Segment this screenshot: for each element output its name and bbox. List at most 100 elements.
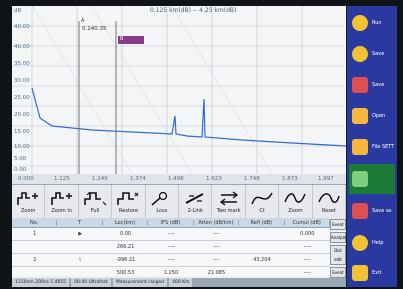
table-cell: ▶ <box>78 231 83 237</box>
event-button[interactable]: Event <box>330 219 346 230</box>
column-header: IFS (dB) <box>148 219 194 226</box>
y-tick: 15.00 <box>14 129 30 135</box>
save-as-icon <box>352 203 368 219</box>
reset-button[interactable]: Reset <box>313 185 346 219</box>
trace-svg <box>12 6 346 175</box>
status-range: 400 Km <box>169 278 193 287</box>
x-tick: 1.873 <box>282 176 298 182</box>
table-cell: 0.00 <box>119 231 132 237</box>
reset-icon <box>318 193 340 203</box>
table-cell: ---- <box>303 270 311 276</box>
tool-label: Full <box>90 208 100 214</box>
event-button-2[interactable]: Event <box>330 267 346 278</box>
column-header: No. <box>12 219 58 226</box>
x-tick: 0.000 <box>18 176 34 182</box>
two-mark-button[interactable]: Two mark <box>212 185 246 219</box>
menu-label: File SETT <box>372 144 395 150</box>
folder-icon <box>352 108 368 124</box>
table-cell: 43.204 <box>253 257 271 263</box>
table-cell: ---- <box>167 257 175 263</box>
otdr-screen: 0.125 km(dB) -- 4.25 km(dB) 0.140.35 A B… <box>12 6 346 287</box>
tool-label: 2-Link <box>187 208 203 214</box>
y-tick: 40.00 <box>14 24 30 30</box>
table-cell: ---- <box>167 231 175 237</box>
file-icon <box>352 139 368 155</box>
table-cell: 500.53 <box>116 270 135 276</box>
full-button[interactable]: Full <box>79 185 113 219</box>
analyze-button[interactable]: Analyze <box>330 232 346 243</box>
dist-edit-button[interactable]: Dist edit <box>330 245 346 265</box>
open-button[interactable]: Open <box>349 101 395 131</box>
column-header: Refl (dB) <box>239 219 285 226</box>
x-tick: 1.997 <box>318 176 334 182</box>
table-cell: 266.21 <box>116 244 135 250</box>
save-icon <box>352 77 368 93</box>
fit-icon <box>84 191 107 206</box>
save-disc-button[interactable]: Save <box>349 39 395 69</box>
column-header: Loc(km) <box>103 219 149 226</box>
menu-label: Open <box>372 113 386 119</box>
help-icon <box>352 235 368 251</box>
diagonal-grid <box>31 6 273 175</box>
run-button[interactable]: Run <box>349 8 395 38</box>
zoom-wave-icon <box>284 193 307 203</box>
tool-label: Reset <box>321 208 336 214</box>
y-tick: 5.00 <box>14 156 27 162</box>
restore-button[interactable]: Restore <box>112 185 146 219</box>
x-tick: 1.748 <box>244 176 260 182</box>
link-button[interactable]: 2-Link <box>179 185 213 219</box>
menu-label: Save <box>372 82 385 88</box>
gear-icon <box>352 15 368 31</box>
menu-label: Help <box>372 240 384 246</box>
y-tick: 25.00 <box>14 95 30 101</box>
table-row[interactable]: 266.21 ---- ---- ---- <box>12 241 330 254</box>
home-icon <box>352 265 368 281</box>
status-wavelength: 1310nm 200ns 1.4655 <box>12 278 70 287</box>
x-tick: 1.374 <box>130 176 146 182</box>
y-tick: 10.00 <box>14 144 30 150</box>
marker-a-label: A <box>81 18 85 24</box>
list-button[interactable] <box>349 164 395 194</box>
x-tick: 1.249 <box>92 176 108 182</box>
tool-label: Loss <box>156 208 168 214</box>
table-row[interactable]: 1 ▶ 0.00 ---- ---- 0.000 <box>12 228 330 241</box>
zoom-wave-button[interactable]: Zoom <box>279 185 313 219</box>
save-button[interactable]: Save <box>349 70 395 100</box>
column-header: Cumul (dB) <box>285 219 330 226</box>
table-cell: 1 <box>33 231 37 237</box>
status-time: 00:40 Ultrafast <box>71 278 111 287</box>
y-tick: dB <box>14 8 22 14</box>
zoom-button[interactable]: Zoom <box>12 185 46 219</box>
x-tick: 1.498 <box>168 176 184 182</box>
zoom-in-button[interactable]: Zoom in <box>45 185 79 219</box>
x-tick: 1.125 <box>54 176 70 182</box>
restore-icon <box>117 192 139 205</box>
exit-button[interactable]: Exit <box>349 258 395 288</box>
ct-button[interactable]: Ct <box>246 185 280 219</box>
marker-a-value: 0.140.35 <box>82 26 107 32</box>
loss-button[interactable]: Loss <box>146 185 180 219</box>
right-menu: Run Save Save Open File SETT Save as Hel… <box>346 6 397 287</box>
y-tick: 0.00 <box>14 167 27 173</box>
x-tick: 1.623 <box>206 176 222 182</box>
tool-label: Ct <box>259 208 265 214</box>
table-header: No. T Loc(km) IFS (dB) Atten (dB/km) Ref… <box>12 218 330 228</box>
status-bar: 1310nm 200ns 1.4655 00:40 Ultrafast Meas… <box>12 278 346 287</box>
trace-view[interactable]: 0.125 km(dB) -- 4.25 km(dB) 0.140.35 A B… <box>12 6 346 176</box>
list-icon <box>352 171 368 187</box>
event-table: No. T Loc(km) IFS (dB) Atten (dB/km) Ref… <box>12 218 330 280</box>
table-cell: ⌇ <box>78 257 82 263</box>
zoom-in-icon <box>17 192 39 205</box>
two-mark-icon <box>219 191 238 206</box>
help-button[interactable]: Help <box>349 228 395 258</box>
menu-label: Save <box>372 51 385 57</box>
save-as-button[interactable]: Save as <box>349 196 395 226</box>
table-row[interactable]: 2 ⌇ -998.21 ---- ---- 43.204 ---- <box>12 254 330 267</box>
loss-icon <box>151 191 167 206</box>
table-cell: 21.085 <box>207 270 226 276</box>
y-tick: 30.00 <box>14 78 30 84</box>
tool-label: Zoom <box>20 208 36 214</box>
file-sett-button[interactable]: File SETT <box>349 132 395 162</box>
link-icon <box>185 193 204 204</box>
table-cell: ---- <box>212 244 220 250</box>
